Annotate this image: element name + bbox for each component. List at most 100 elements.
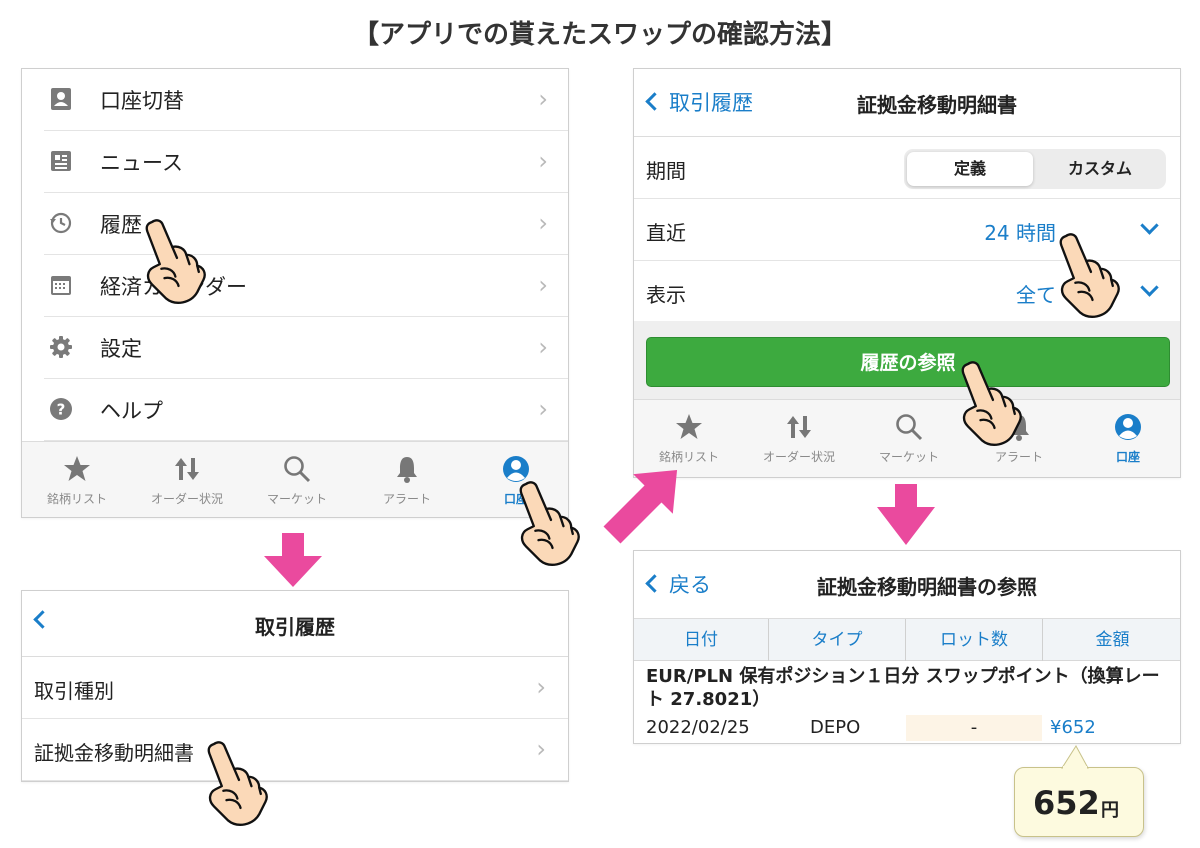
tab-bar: 銘柄リスト オーダー状況 マーケット アラート 口座: [22, 441, 568, 517]
record-description: EUR/PLN 保有ポジション１日分 スワップポイント（換算レート 27.802…: [646, 666, 1160, 710]
menu-item-label: 経済カレンダー: [100, 275, 247, 299]
callout-unit: 円: [1101, 800, 1119, 821]
chevron-down-icon[interactable]: [1140, 278, 1159, 297]
recent-row[interactable]: 直近 24 時間: [634, 199, 1180, 261]
screen-title: 証拠金移動明細書の参照: [817, 575, 1037, 599]
tab-market[interactable]: マーケット: [854, 400, 964, 476]
display-label: 表示: [646, 283, 686, 307]
segment-custom[interactable]: カスタム: [1037, 152, 1163, 186]
column-header-amount[interactable]: 金額: [1043, 619, 1180, 661]
display-value[interactable]: 全て: [1016, 279, 1056, 308]
chevron-right-icon: ›: [536, 735, 546, 763]
menu-item-calendar[interactable]: 経済カレンダー ›: [22, 255, 568, 317]
gear-icon: [50, 336, 72, 358]
tab-watchlist[interactable]: 銘柄リスト: [22, 442, 132, 517]
account-menu-screen: 口座切替 › ニュース › 履歴 › 経済カレンダー › 設定 › ? ヘルプ …: [21, 68, 569, 518]
menu-item-news[interactable]: ニュース ›: [22, 131, 568, 193]
tab-alert[interactable]: アラート: [964, 400, 1074, 476]
tab-label: 銘柄リスト: [46, 492, 107, 506]
record-type: DEPO: [810, 717, 861, 738]
updown-arrows-icon: [175, 458, 199, 480]
menu-item-history[interactable]: 履歴 ›: [22, 193, 568, 255]
view-history-button[interactable]: 履歴の参照: [646, 337, 1170, 387]
table-header: 日付 タイプ ロット数 金額: [634, 619, 1180, 661]
tab-bar: 銘柄リスト オーダー状況 マーケット アラート 口座: [634, 399, 1180, 477]
account-icon: [503, 456, 529, 482]
record-amount: ¥652: [1050, 717, 1096, 738]
tab-watchlist[interactable]: 銘柄リスト: [634, 400, 744, 476]
recent-label: 直近: [646, 221, 686, 245]
tab-orders[interactable]: オーダー状況: [132, 442, 242, 517]
period-label: 期間: [646, 159, 686, 183]
menu-item-label: 履歴: [100, 213, 142, 237]
menu-item-label: ヘルプ: [100, 399, 163, 423]
tab-account[interactable]: 口座: [1074, 400, 1180, 476]
page-title: 【アプリでの貰えたスワップの確認方法】: [352, 20, 847, 50]
chevron-left-icon: [645, 574, 664, 593]
tab-label: マーケット: [878, 450, 939, 464]
history-clock-icon: [50, 212, 72, 234]
tab-market[interactable]: マーケット: [242, 442, 352, 517]
menu-item-label: 口座切替: [100, 89, 184, 113]
calendar-icon: [51, 276, 71, 295]
star-icon: [64, 456, 90, 481]
amount-callout: 652 円: [1014, 767, 1144, 837]
bell-icon: [1009, 415, 1029, 441]
menu-item-account-switch[interactable]: 口座切替 ›: [22, 69, 568, 131]
tab-account[interactable]: 口座: [462, 442, 568, 517]
column-header-lot[interactable]: ロット数: [906, 619, 1043, 661]
nav-bar: 取引履歴 証拠金移動明細書: [634, 69, 1180, 137]
column-header-type[interactable]: タイプ: [769, 619, 906, 661]
tab-label: 口座: [1115, 450, 1140, 464]
tab-label: オーダー状況: [762, 450, 835, 464]
tab-alert[interactable]: アラート: [352, 442, 462, 517]
screen-title: 証拠金移動明細書: [857, 93, 1017, 117]
record-lot: -: [906, 715, 1042, 741]
tab-label: マーケット: [266, 492, 327, 506]
period-segmented-control: 定義 カスタム: [904, 149, 1166, 189]
chevron-right-icon: ›: [538, 209, 548, 237]
button-area: 履歴の参照: [634, 321, 1180, 401]
list-item-label: 取引種別: [34, 679, 114, 703]
news-icon: [51, 151, 71, 171]
chevron-down-icon[interactable]: [1140, 216, 1159, 235]
callout-tail: [1061, 745, 1089, 769]
chevron-right-icon: ›: [538, 333, 548, 361]
tab-label: アラート: [382, 492, 431, 506]
statement-view-screen: 戻る 証拠金移動明細書の参照 日付 タイプ ロット数 金額 EUR/PLN 保有…: [633, 550, 1181, 744]
tab-label: アラート: [994, 450, 1043, 464]
tab-label: 口座: [503, 492, 528, 506]
down-arrow-icon: [877, 484, 935, 545]
tab-orders[interactable]: オーダー状況: [744, 400, 854, 476]
column-header-date[interactable]: 日付: [634, 619, 769, 661]
bell-icon: [397, 457, 417, 483]
display-row[interactable]: 表示 全て: [634, 261, 1180, 323]
segment-defined[interactable]: 定義: [907, 152, 1033, 186]
star-icon: [676, 414, 702, 439]
magnifier-icon: [284, 456, 311, 483]
account-card-icon: [51, 88, 71, 110]
list-item-trade-type[interactable]: 取引種別 ›: [22, 657, 568, 719]
recent-value[interactable]: 24 時間: [984, 217, 1056, 246]
tab-label: 銘柄リスト: [658, 450, 719, 464]
statement-settings-screen: 取引履歴 証拠金移動明細書 期間 定義 カスタム 直近 24 時間 表示 全て …: [633, 68, 1181, 478]
chevron-right-icon: ›: [538, 85, 548, 113]
menu-item-help[interactable]: ? ヘルプ ›: [22, 379, 568, 441]
updown-arrows-icon: [787, 416, 811, 438]
menu-item-settings[interactable]: 設定 ›: [22, 317, 568, 379]
account-icon: [1115, 414, 1141, 440]
chevron-left-icon: [645, 92, 664, 111]
list-item-margin-statement[interactable]: 証拠金移動明細書 ›: [22, 719, 568, 781]
divider: [22, 780, 568, 781]
list-item-label: 証拠金移動明細書: [34, 741, 194, 765]
chevron-right-icon: ›: [536, 673, 546, 701]
record-date: 2022/02/25: [646, 717, 750, 738]
chevron-right-icon: ›: [538, 271, 548, 299]
trade-history-screen: 取引履歴 取引種別 › 証拠金移動明細書 ›: [21, 590, 569, 782]
tab-label: オーダー状況: [150, 492, 223, 506]
help-icon: ?: [50, 398, 72, 420]
callout-value: 652: [1033, 784, 1100, 822]
period-row: 期間 定義 カスタム: [634, 137, 1180, 199]
menu-item-label: 設定: [100, 337, 142, 361]
menu-item-label: ニュース: [100, 151, 183, 175]
